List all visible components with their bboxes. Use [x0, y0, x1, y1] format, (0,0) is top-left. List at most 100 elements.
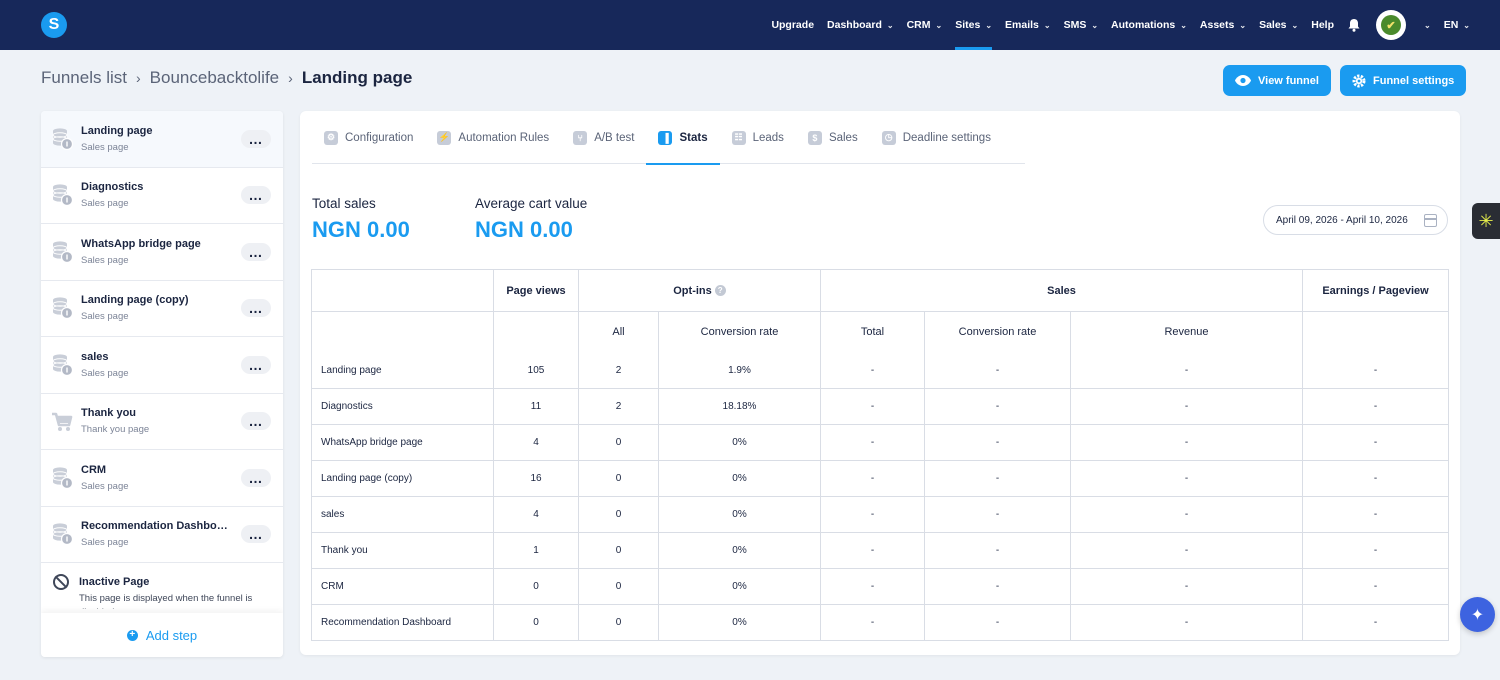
cell-name: Recommendation Dashboard — [311, 604, 494, 641]
automation-icon: ⚡ — [437, 130, 452, 145]
cell-revenue: - — [1070, 388, 1303, 425]
cell-name: Landing page — [311, 352, 494, 389]
more-options-button[interactable]: … — [241, 299, 271, 318]
view-funnel-button[interactable]: View funnel — [1223, 65, 1331, 96]
breadcrumb-funnels-list[interactable]: Funnels list — [41, 68, 127, 88]
nav-item-dashboard[interactable]: Dashboard ⌄ — [827, 0, 894, 50]
cell-revenue: - — [1070, 604, 1303, 641]
more-options-button[interactable]: … — [241, 355, 271, 374]
subheader-optins-all: All — [578, 311, 659, 353]
funnel-step-item[interactable]: Diagnostics Sales page… — [41, 168, 283, 224]
more-dots-icon: … — [248, 356, 264, 373]
steps-list: Landing page Sales page… Diagnostics Sales … — [41, 111, 283, 563]
eye-icon — [1235, 75, 1251, 86]
funnel-settings-button[interactable]: Funnel settings — [1340, 65, 1467, 96]
cell-sales-rate: - — [924, 568, 1071, 605]
help-icon[interactable]: ? — [714, 285, 726, 297]
cell-optins: 0 — [578, 532, 659, 569]
more-options-button[interactable]: … — [241, 412, 271, 431]
cell-optins: 0 — [578, 604, 659, 641]
stats-table: Page views Opt-ins? Sales Earnings / Pag… — [311, 269, 1449, 641]
ai-assistant-button[interactable]: ✦ — [1460, 597, 1495, 632]
cell-revenue: - — [1070, 568, 1303, 605]
more-dots-icon: … — [248, 187, 264, 204]
nav-item-help[interactable]: Help — [1311, 0, 1334, 50]
tab-deadline-settings[interactable]: ◷ Deadline settings — [870, 111, 1003, 164]
header-opt-ins: Opt-ins? — [578, 269, 821, 312]
tab-label: A/B test — [594, 131, 635, 144]
nav-item-sms[interactable]: SMS ⌄ — [1064, 0, 1098, 50]
more-options-button[interactable]: … — [241, 129, 271, 148]
cell-optins: 2 — [578, 352, 659, 389]
cell-name: Diagnostics — [311, 388, 494, 425]
language-selector[interactable]: EN ⌄ — [1444, 0, 1470, 50]
cell-total: - — [820, 388, 925, 425]
avatar-menu-toggle[interactable]: ⌄ — [1419, 0, 1431, 50]
more-options-button[interactable]: … — [241, 468, 271, 487]
avatar-image: ✔ — [1381, 15, 1401, 35]
step-title: CRM — [81, 463, 107, 476]
funnel-step-item[interactable]: Recommendation Dashboard Sales page… — [41, 507, 283, 563]
avatar[interactable]: ✔ — [1376, 10, 1406, 40]
chevron-down-icon: ⌄ — [1239, 20, 1247, 30]
logo[interactable]: S — [41, 12, 67, 38]
cart-icon — [51, 409, 73, 433]
nav-item-label: Dashboard — [827, 19, 882, 31]
nav-item-crm[interactable]: CRM ⌄ — [907, 0, 943, 50]
cell-views: 16 — [493, 460, 579, 497]
average-cart-metric: Average cart value NGN 0.00 — [475, 196, 587, 243]
sparkle-widget-icon[interactable]: ✳ — [1472, 203, 1500, 239]
nav-item-assets[interactable]: Assets ⌄ — [1200, 0, 1246, 50]
funnel-tabs: ⚙ Configuration ⚡ Automation Rules ⑂ A/B test… — [312, 111, 1025, 165]
tab-configuration[interactable]: ⚙ Configuration — [312, 111, 425, 164]
tab-a-b-test[interactable]: ⑂ A/B test — [561, 111, 646, 164]
cell-views: 1 — [493, 532, 579, 569]
nav-item-sites[interactable]: Sites ⌄ — [955, 0, 992, 50]
cell-views: 0 — [493, 568, 579, 605]
header-sales: Sales — [820, 269, 1303, 312]
funnel-step-item[interactable]: WhatsApp bridge page Sales page… — [41, 224, 283, 281]
tab-label: Automation Rules — [458, 131, 550, 144]
chevron-down-icon: ⌄ — [1291, 20, 1299, 30]
cell-earnings: - — [1302, 568, 1449, 605]
coins-icon — [51, 296, 74, 320]
add-step-button[interactable]: + Add step — [41, 613, 283, 657]
cell-optins: 0 — [578, 424, 659, 461]
funnel-step-item[interactable]: Landing page (copy) Sales page… — [41, 281, 283, 337]
date-range-picker[interactable]: April 09, 2026 - April 10, 2026 — [1263, 205, 1448, 235]
more-options-button[interactable]: … — [241, 525, 271, 544]
tab-sales[interactable]: $ Sales — [796, 111, 870, 164]
breadcrumb-funnel[interactable]: Bouncebacktolife — [150, 68, 279, 88]
funnel-step-item[interactable]: Landing page Sales page… — [41, 111, 283, 168]
funnel-step-item[interactable]: sales Sales page… — [41, 337, 283, 394]
cell-earnings: - — [1302, 352, 1449, 389]
nav-item-upgrade[interactable]: Upgrade — [771, 0, 814, 50]
top-navbar: S Upgrade Dashboard ⌄ CRM ⌄ Sites ⌄ Emails ⌄ SMS ⌄… — [0, 0, 1500, 50]
cell-optins: 0 — [578, 496, 659, 533]
more-dots-icon: … — [248, 526, 264, 543]
cell-sales-rate: - — [924, 352, 1071, 389]
tab-stats[interactable]: ▐ Stats — [646, 111, 720, 165]
tab-leads[interactable]: ☷ Leads — [720, 111, 796, 164]
funnel-step-item[interactable]: Thank you Thank you page… — [41, 394, 283, 450]
subheader-empty — [311, 311, 494, 353]
funnel-step-item[interactable]: CRM Sales page… — [41, 450, 283, 507]
header-page-name — [311, 269, 494, 312]
cell-optin-rate: 1.9% — [658, 352, 821, 389]
inactive-page-item[interactable]: Inactive Page This page is displayed whe… — [41, 563, 283, 619]
nav-item-emails[interactable]: Emails ⌄ — [1005, 0, 1051, 50]
more-options-button[interactable]: … — [241, 242, 271, 261]
cell-earnings: - — [1302, 388, 1449, 425]
step-title: Landing page (copy) — [81, 294, 189, 307]
sparkle-icon: ✦ — [1470, 606, 1485, 624]
leads-icon: ☷ — [731, 130, 746, 145]
more-options-button[interactable]: … — [241, 186, 271, 205]
chevron-right-icon: › — [288, 70, 293, 86]
bell-icon[interactable] — [1348, 18, 1362, 32]
nav-item-sales[interactable]: Sales ⌄ — [1259, 0, 1298, 50]
nav-item-automations[interactable]: Automations ⌄ — [1111, 0, 1187, 50]
tab-automation-rules[interactable]: ⚡ Automation Rules — [425, 111, 561, 164]
add-step-label: Add step — [145, 627, 198, 643]
funnel-settings-label: Funnel settings — [1373, 74, 1455, 87]
more-dots-icon: … — [248, 130, 264, 147]
